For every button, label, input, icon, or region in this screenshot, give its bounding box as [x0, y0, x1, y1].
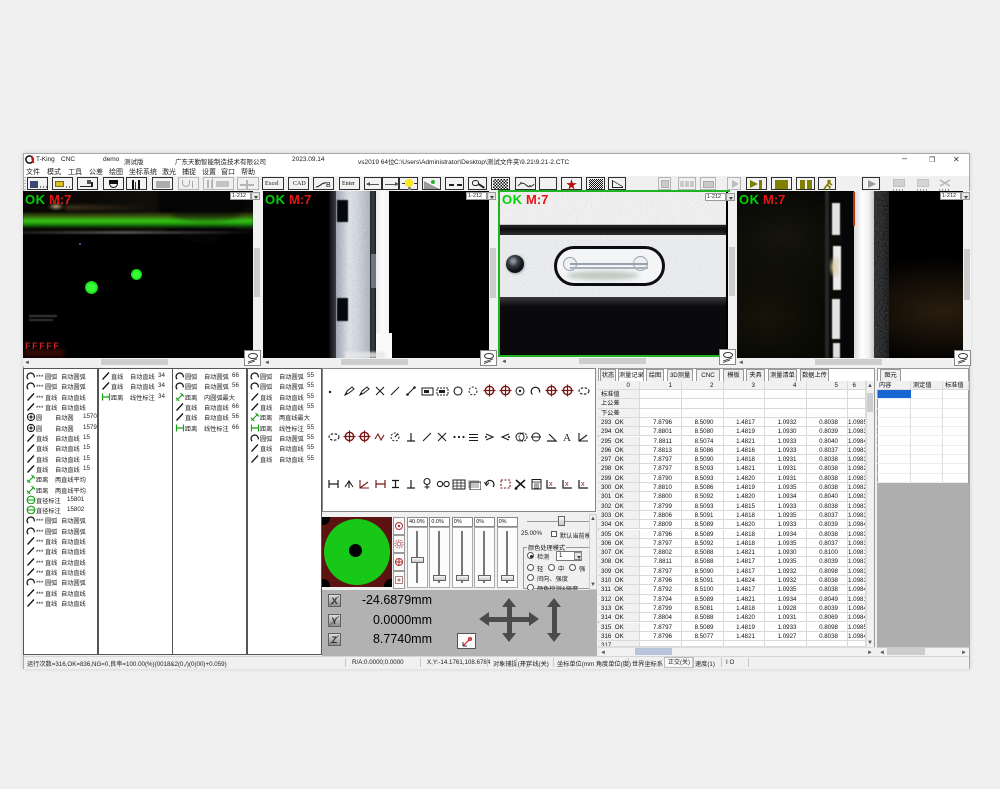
svg-text:B: B	[326, 182, 331, 189]
svg-text:x: x	[581, 481, 585, 488]
svg-text:x: x	[565, 481, 569, 488]
svg-text:A: A	[563, 432, 571, 443]
svg-text:x: x	[549, 481, 553, 488]
